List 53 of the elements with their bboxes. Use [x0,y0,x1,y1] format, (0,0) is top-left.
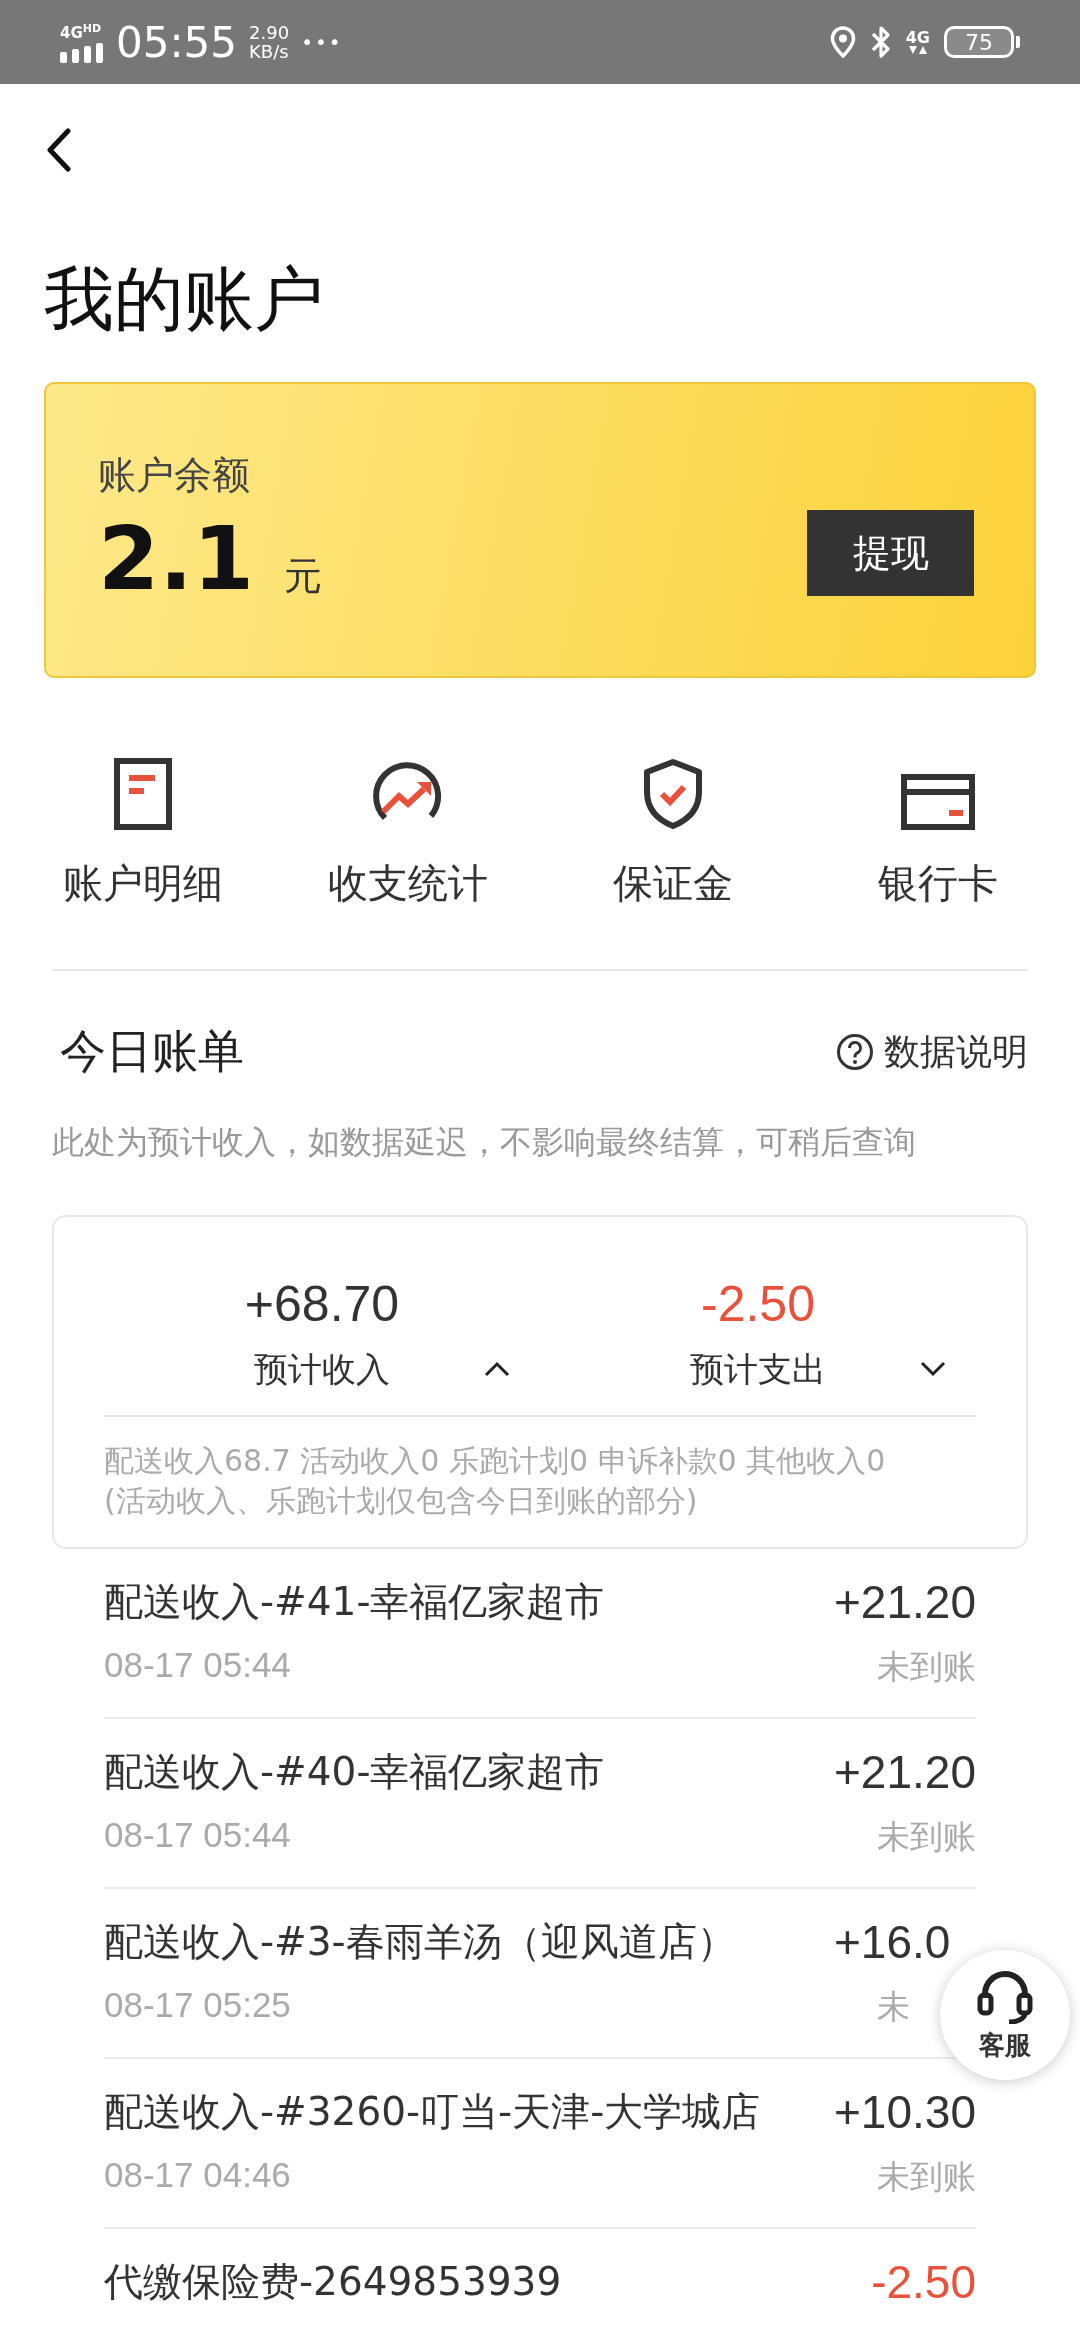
location-icon [829,26,856,58]
withdraw-button[interactable]: 提现 [807,510,974,596]
transaction-amount: +10.30 [834,2085,976,2139]
clock: 05:55 [116,17,238,67]
speed-unit: KB/s [249,42,290,61]
battery-indicator: 75 [944,26,1014,58]
transaction-amount: -2.50 [871,2255,976,2309]
shortcut-label[interactable]: 收支统计 [327,856,488,911]
shortcut-label[interactable]: 账户明细 [62,856,223,911]
document-icon[interactable] [113,758,172,830]
help-icon[interactable] [836,1033,874,1071]
chevron-up-icon[interactable] [484,1361,510,1377]
shortcut-label[interactable]: 银行卡 [877,856,998,911]
transaction-title: 配送收入-#40-幸福亿家超市 [104,1748,605,1796]
transaction-title: 配送收入-#41-幸福亿家超市 [104,1578,605,1626]
back-icon[interactable] [46,128,72,172]
help-link[interactable]: 数据说明 [884,1027,1028,1077]
transaction-time: 08-17 05:44 [104,1645,292,1685]
more-indicator: ••• [301,30,343,54]
transaction-title: 配送收入-#3260-叮当-天津-大学城店 [104,2088,761,2136]
balance-label: 账户余额 [98,452,251,499]
transaction-status: 未到账 [877,2156,976,2198]
transaction-status: 未 [877,1986,911,2028]
transaction-title: 配送收入-#3-春雨羊汤（迎风道店） [104,1918,736,1966]
shield-check-icon[interactable] [641,758,704,830]
page-title: 我的账户 [44,257,325,342]
balance-amount: 2.1 [98,507,254,610]
transaction-title: 代缴保险费-2649853939 [104,2258,562,2306]
shortcut-label[interactable]: 保证金 [612,856,733,911]
transaction-status: 未到账 [877,1816,976,1858]
summary-label[interactable]: 预计收入 [254,1347,390,1393]
transaction-amount: +21.20 [834,1745,976,1799]
chevron-down-icon[interactable] [920,1361,946,1377]
notice-text: 此处为预计收入，如数据延迟，不影响最终结算，可稍后查询 [52,1122,917,1163]
section-title: 今日账单 [60,1023,244,1080]
signal-icon [60,43,104,63]
transaction-time: 08-17 04:46 [104,2155,292,2195]
data-arrows-icon [907,46,928,55]
breakdown-text: (活动收入、乐跑计划仅包含今日到账的部分) [104,1482,699,1520]
summary-amount: -2.50 [701,1275,815,1333]
network-type: 4G [905,29,930,46]
transaction-status: 未到账 [877,1646,976,1688]
bluetooth-icon [869,25,892,59]
summary-label[interactable]: 预计支出 [690,1347,826,1393]
transaction-amount: +21.20 [834,1575,976,1629]
network-label: 4G$^{HD}$ [60,21,103,41]
summary-amount: +68.70 [244,1275,400,1333]
transaction-time: 08-17 05:25 [104,1985,292,2025]
speed-value: 2.90 [249,23,290,42]
transaction-time: 08-17 05:44 [104,1815,292,1855]
bank-card-icon[interactable] [900,774,975,830]
currency-unit: 元 [283,553,322,600]
breakdown-text: 配送收入68.7 活动收入0 乐跑计划0 申诉补款0 其他收入0 [104,1442,887,1480]
